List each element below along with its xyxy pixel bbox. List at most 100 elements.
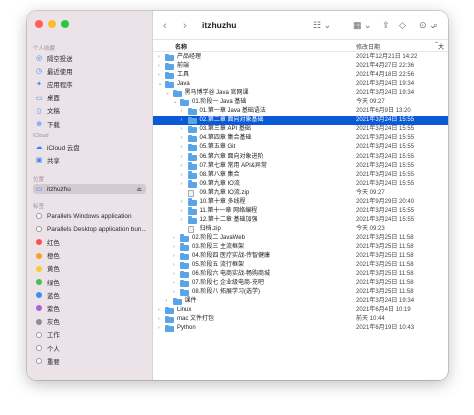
file-row[interactable]: › 03.阶段三 主流框架 2021年3月25日 11:58: [153, 243, 448, 252]
disclosure-collapsed-icon[interactable]: ›: [181, 143, 183, 152]
disclosure-collapsed-icon[interactable]: ›: [181, 198, 183, 207]
sidebar-item-tags-0[interactable]: Parallels Windows application: [33, 211, 146, 221]
disclosure-collapsed-icon[interactable]: ›: [158, 62, 160, 71]
disclosure-collapsed-icon[interactable]: ›: [181, 153, 183, 162]
file-row[interactable]: › 01.第一章 Java 基础语法 2021年6月9日 13:20: [153, 107, 448, 116]
file-row[interactable]: › 06.阶段六 电商实战-畅购商城 2021年3月25日 11:58: [153, 270, 448, 279]
file-row[interactable]: › 05.第五章 Git 2021年3月24日 15:55: [153, 143, 448, 152]
disclosure-collapsed-icon[interactable]: ›: [173, 234, 175, 243]
disclosure-collapsed-icon[interactable]: ›: [173, 279, 175, 288]
sidebar-item-tags-7[interactable]: 紫色: [33, 303, 146, 313]
sidebar-item-tags-9[interactable]: 工作: [33, 330, 146, 340]
column-name[interactable]: 名称: [175, 42, 187, 51]
group-icon[interactable]: ▦ ⌄: [353, 20, 372, 31]
sidebar-item-tags-11[interactable]: 重要: [33, 356, 146, 366]
zoom-window-button[interactable]: [61, 20, 69, 28]
file-row[interactable]: ⌄ 黑马博学谷 Java 官网课 2021年3月24日 19:34: [153, 89, 448, 98]
sidebar-item-tags-2[interactable]: 红色: [33, 237, 146, 247]
disclosure-collapsed-icon[interactable]: ›: [166, 297, 168, 306]
file-row[interactable]: › 12.第十二章 基础加强 2021年3月24日 15:55: [153, 216, 448, 225]
disclosure-collapsed-icon[interactable]: ›: [173, 261, 175, 270]
disclosure-collapsed-icon[interactable]: ›: [173, 243, 175, 252]
file-row[interactable]: › 前端 2021年4月27日 22:36: [153, 62, 448, 71]
file-row[interactable]: › 05.阶段五 流行框架 2021年3月25日 11:58: [153, 261, 448, 270]
sidebar-item-icloud-1[interactable]: ▣ 共享: [33, 155, 146, 165]
file-row[interactable]: › 10.第十章 多线程 2021年9月29日 20:40: [153, 198, 448, 207]
column-date[interactable]: 修改日期: [356, 42, 380, 51]
disclosure-expanded-icon[interactable]: ⌄: [158, 80, 162, 89]
file-row[interactable]: › 03.第三章 API 基础 2021年3月24日 15:55: [153, 125, 448, 134]
file-row[interactable]: ⌄ Java 2021年3月24日 19:34: [153, 80, 448, 89]
file-row[interactable]: › 02.阶段二 JavaWeb 2021年3月25日 11:58: [153, 234, 448, 243]
share-icon[interactable]: ⇪: [382, 20, 390, 31]
sidebar-item-locations-0[interactable]: ▭ itzhuzhu ⏏: [33, 184, 146, 194]
eject-icon[interactable]: ⏏: [136, 186, 142, 193]
disclosure-collapsed-icon[interactable]: ›: [181, 180, 183, 189]
sidebar-item-icloud-0[interactable]: ☁ iCloud 云盘: [33, 142, 146, 152]
sidebar-item-tags-8[interactable]: 灰色: [33, 317, 146, 327]
file-row[interactable]: › 02.第二章 面向对象基础 2021年3月24日 15:55: [153, 116, 448, 126]
column-size[interactable]: 大: [438, 42, 444, 51]
file-row[interactable]: › Linux 2021年6月4日 10:19: [153, 306, 448, 315]
sidebar-item-favorites-3[interactable]: ▭ 桌面: [33, 93, 146, 103]
file-row[interactable]: 归档.zip 今天 09:23: [153, 225, 448, 234]
file-row[interactable]: 09.第九章 IO流.zip 今天 09:27: [153, 189, 448, 198]
file-row[interactable]: › 07.第七章 常用 API&异常 2021年3月24日 15:55: [153, 162, 448, 171]
disclosure-collapsed-icon[interactable]: ›: [181, 207, 183, 216]
file-row[interactable]: › 工具 2021年4月18日 22:56: [153, 71, 448, 80]
tag-color-dot: [36, 345, 42, 351]
file-row[interactable]: › mac 文件打包 前天 10:44: [153, 315, 448, 324]
view-options-icon[interactable]: ☷ ⌄: [313, 20, 331, 31]
tag-color-dot: [36, 239, 42, 246]
tag-icon[interactable]: ◇: [399, 20, 406, 31]
sidebar-item-favorites-0[interactable]: ◎ 隔空投送: [33, 53, 146, 63]
disclosure-collapsed-icon[interactable]: ›: [158, 71, 160, 80]
sidebar-item-favorites-4[interactable]: ▯ 文稿: [33, 106, 146, 116]
disclosure-expanded-icon[interactable]: ⌄: [166, 89, 170, 98]
disclosure-collapsed-icon[interactable]: ›: [181, 107, 183, 116]
file-date: 2021年3月24日 15:55: [356, 171, 415, 178]
file-row[interactable]: › 08.阶段八 拓展学习(选学) 2021年3月25日 11:58: [153, 288, 448, 297]
sidebar-item-favorites-1[interactable]: ◷ 最近使用: [33, 66, 146, 76]
disclosure-collapsed-icon[interactable]: ›: [181, 216, 183, 225]
close-window-button[interactable]: [35, 20, 43, 28]
file-row[interactable]: › 09.第九章 IO流 2021年3月24日 15:55: [153, 180, 448, 189]
toolbar: ‹ › itzhuzhu ☷ ⌄ ▦ ⌄ ⇪ ◇ ⊙ ⌄ ⌕: [153, 11, 448, 40]
file-row[interactable]: › Python 2021年6月19日 10:43: [153, 324, 448, 333]
sidebar-item-tags-5[interactable]: 绿色: [33, 277, 146, 287]
disclosure-collapsed-icon[interactable]: ›: [173, 288, 175, 297]
file-row[interactable]: ⌄ 01.阶段一 Java 基础 今天 09:27: [153, 98, 448, 107]
sidebar-item-favorites-2[interactable]: ✦ 应用程序: [33, 79, 146, 89]
disclosure-collapsed-icon[interactable]: ›: [181, 116, 183, 125]
forward-button[interactable]: ›: [183, 20, 187, 32]
disclosure-collapsed-icon[interactable]: ›: [173, 252, 175, 261]
disclosure-collapsed-icon[interactable]: ›: [158, 324, 160, 333]
sidebar-item-tags-1[interactable]: Parallels Desktop application bun...: [33, 224, 146, 234]
search-icon[interactable]: ⌕: [433, 20, 438, 31]
sidebar-item-tags-3[interactable]: 橙色: [33, 251, 146, 261]
disclosure-expanded-icon[interactable]: ⌄: [173, 98, 177, 107]
sidebar-item-tags-6[interactable]: 蓝色: [33, 290, 146, 300]
file-name: 07.阶段七 企业级电商-充吧: [192, 280, 265, 287]
sidebar-item-tags-4[interactable]: 黄色: [33, 264, 146, 274]
disclosure-collapsed-icon[interactable]: ›: [173, 270, 175, 279]
disclosure-collapsed-icon[interactable]: ›: [158, 53, 160, 62]
sidebar-item-tags-10[interactable]: 个人: [33, 343, 146, 353]
file-row[interactable]: › 08.第八章 集合 2021年3月24日 15:55: [153, 171, 448, 180]
disclosure-collapsed-icon[interactable]: ›: [181, 162, 183, 171]
file-row[interactable]: › 产品经理 2021年12月21日 14:22: [153, 53, 448, 62]
minimize-window-button[interactable]: [48, 20, 56, 28]
disclosure-collapsed-icon[interactable]: ›: [158, 306, 160, 315]
file-row[interactable]: › 04.第四章 集合基础 2021年3月24日 15:55: [153, 134, 448, 143]
disclosure-collapsed-icon[interactable]: ›: [158, 315, 160, 324]
disclosure-collapsed-icon[interactable]: ›: [181, 125, 183, 134]
file-row[interactable]: › 04.阶段四 医疗实战-传智健康 2021年3月25日 11:58: [153, 252, 448, 261]
file-row[interactable]: › 07.阶段七 企业级电商-充吧 2021年3月25日 11:58: [153, 279, 448, 288]
disclosure-collapsed-icon[interactable]: ›: [181, 171, 183, 180]
back-button[interactable]: ‹: [163, 20, 167, 32]
file-row[interactable]: › 11.第十一章 网络编程 2021年3月24日 15:55: [153, 207, 448, 216]
sidebar-item-favorites-5[interactable]: ⊕ 下载: [33, 119, 146, 129]
file-row[interactable]: › 课件 2021年3月24日 19:34: [153, 297, 448, 306]
disclosure-collapsed-icon[interactable]: ›: [181, 134, 183, 143]
file-row[interactable]: › 06.第六章 面向对象进阶 2021年3月24日 15:55: [153, 153, 448, 162]
